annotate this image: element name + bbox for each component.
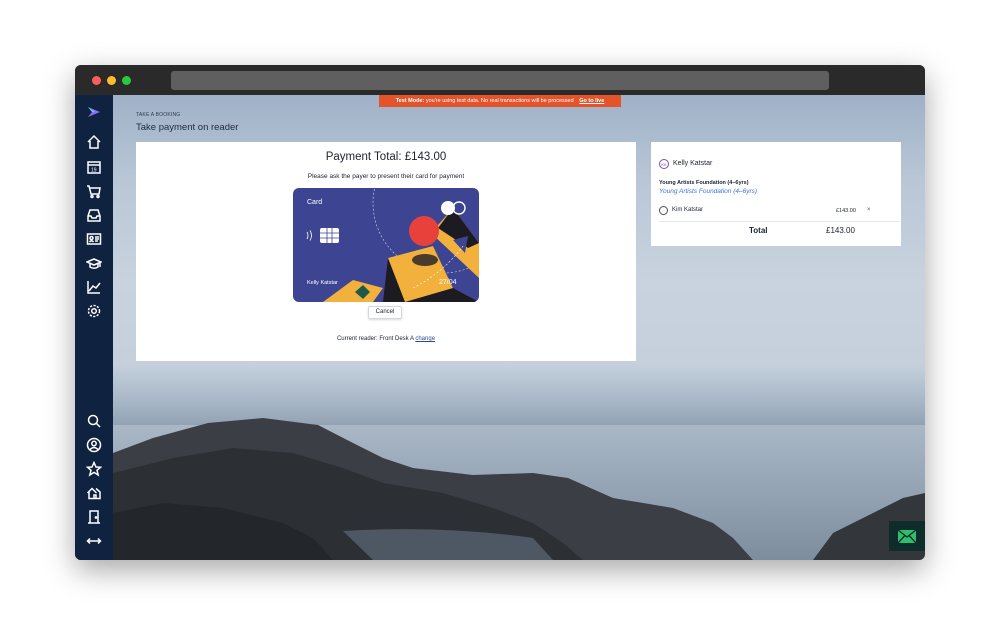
minimize-window-button[interactable]: [107, 76, 116, 85]
cancel-button[interactable]: Cancel: [368, 306, 402, 319]
browser-window: 19 Test Mode: you're using test data. No…: [75, 65, 925, 560]
home-icon[interactable]: [84, 132, 104, 152]
change-reader-link[interactable]: change: [415, 336, 435, 342]
payment-panel: Payment Total: £143.00 Please ask the pa…: [136, 142, 636, 361]
search-icon[interactable]: [84, 411, 104, 431]
star-icon[interactable]: [84, 459, 104, 479]
total-label: Total: [749, 226, 768, 235]
attendee-radio[interactable]: [659, 206, 668, 215]
address-bar[interactable]: [171, 71, 829, 90]
test-mode-label: Test Mode:: [395, 98, 425, 104]
graduation-cap-icon[interactable]: [84, 254, 104, 274]
current-reader: Current reader: Front Desk A change: [136, 336, 636, 342]
summary-divider: [659, 221, 899, 222]
card-illustration: Card Kelly Katstar 27/04: [293, 188, 479, 302]
course-link[interactable]: Young Artists Foundation (4–6yrs): [659, 188, 757, 195]
main-content: Test Mode: you're using test data. No re…: [113, 95, 925, 560]
door-icon[interactable]: [84, 507, 104, 527]
resize-icon[interactable]: [84, 531, 104, 551]
svg-text:19: 19: [91, 168, 97, 174]
envelope-icon: [897, 528, 917, 543]
gear-icon[interactable]: [84, 301, 104, 321]
contact-card-icon[interactable]: [84, 229, 104, 249]
maximize-window-button[interactable]: [122, 76, 131, 85]
page-title: Take payment on reader: [136, 122, 239, 133]
house-icon[interactable]: [84, 483, 104, 503]
attendee-name: Kim Katstar: [672, 207, 704, 213]
total-value: £143.00: [826, 226, 855, 235]
sidebar: 19: [75, 95, 113, 560]
card-expiry: 27/04: [439, 279, 457, 286]
customer-name[interactable]: Kelly Katstar: [673, 160, 712, 167]
line-price: £143.00: [836, 208, 856, 214]
inbox-icon[interactable]: [84, 205, 104, 225]
current-reader-label: Current reader: Front Desk A: [336, 336, 414, 342]
payment-total: Payment Total: £143.00: [325, 151, 447, 163]
calendar-icon[interactable]: 19: [84, 157, 104, 177]
background-rocks: [113, 418, 925, 560]
avatar: KK: [659, 159, 669, 169]
test-mode-banner: Test Mode: you're using test data. No re…: [379, 95, 621, 107]
breadcrumb: TAKE A BOOKING: [136, 112, 181, 118]
user-icon[interactable]: [84, 435, 104, 455]
remove-item-button[interactable]: ×: [867, 207, 871, 213]
cart-icon[interactable]: [84, 181, 104, 201]
logo-icon[interactable]: [84, 102, 104, 122]
close-window-button[interactable]: [92, 76, 101, 85]
message-button[interactable]: [889, 521, 925, 551]
payment-instruction: Please ask the payer to present their ca…: [307, 173, 465, 180]
go-live-link[interactable]: Go to live: [579, 98, 604, 104]
test-mode-message: you're using test data. No real transact…: [425, 98, 574, 104]
course-title: Young Artists Foundation (4–6yrs): [659, 180, 749, 186]
booking-summary: KK Kelly Katstar Young Artists Foundatio…: [651, 142, 901, 246]
chart-icon[interactable]: [84, 277, 104, 297]
card-type-label: Card: [307, 199, 323, 206]
card-holder-name: Kelly Katstar: [307, 280, 338, 286]
title-bar: [75, 65, 925, 95]
